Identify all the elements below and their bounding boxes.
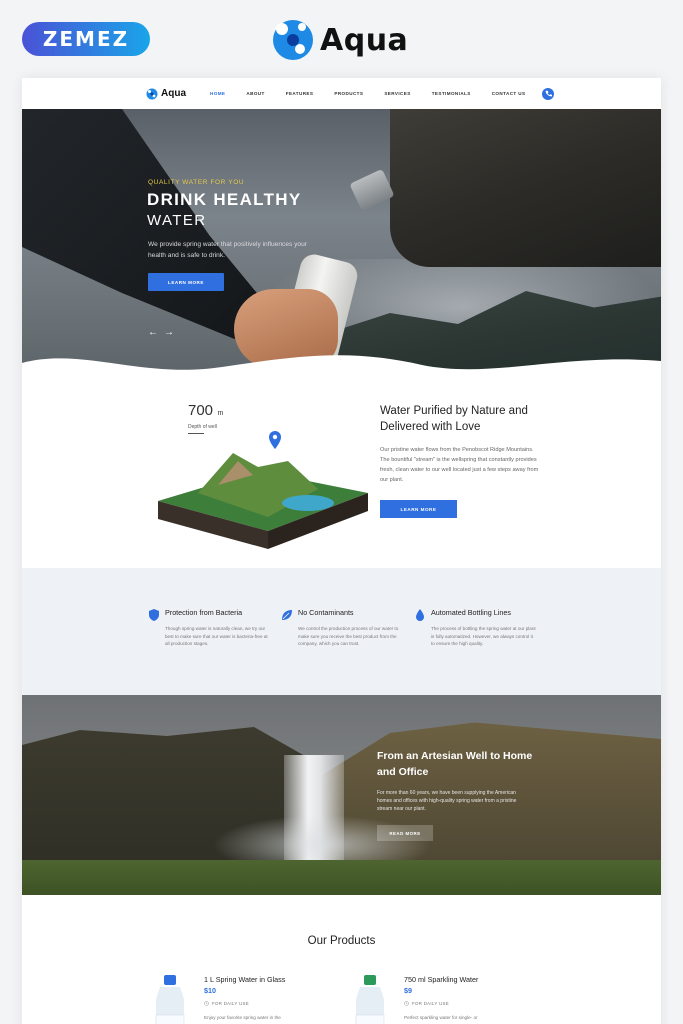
feature-body: The process of bottling the spring water… (431, 626, 536, 646)
product-desc: Enjoy your favorite spring water in the (204, 1015, 281, 1020)
about-learn-more-button[interactable]: LEARN MORE (380, 500, 457, 518)
depth-unit: m (217, 410, 224, 417)
nav-item-testimonials[interactable]: TESTIMONIALS (432, 91, 471, 96)
bottle-image (355, 975, 385, 1024)
next-arrow-icon[interactable]: → (164, 327, 174, 338)
hero-description: We provide spring water that positively … (148, 241, 307, 259)
leaf-icon (282, 610, 292, 620)
nav-logo-text: Aqua (161, 88, 186, 99)
hero-title-line2: WATER (147, 212, 207, 229)
nav-item-features[interactable]: FEATURES (286, 91, 314, 96)
hero-kicker: QUALITY WATER FOR YOU (148, 179, 245, 186)
drop-icon (416, 609, 424, 621)
artesian-heading: From an Artesian Well to Home and Office (377, 750, 533, 778)
hero-title-line1: DRINK HEALTHY (147, 190, 302, 209)
feature-body: Though spring water is naturally clean, … (165, 626, 268, 646)
product-name[interactable]: 1 L Spring Water in Glass (204, 975, 285, 984)
nav-logo[interactable]: Aqua (146, 88, 186, 100)
feature-title: Automated Bottling Lines (431, 608, 511, 617)
shield-icon (149, 609, 159, 621)
bottle-image (155, 975, 185, 1024)
nav-item-contact[interactable]: CONTACT US (492, 91, 526, 96)
hero-spout (349, 168, 395, 212)
product-tag-label: FOR DAILY USE (412, 1001, 449, 1006)
product-price: $10 (204, 986, 216, 995)
depth-caption: Depth of well (188, 424, 217, 430)
hero-rock (390, 109, 661, 267)
nav-item-services[interactable]: SERVICES (384, 91, 410, 96)
read-more-button[interactable]: READ MORE (377, 825, 433, 841)
product-tag-label: FOR DAILY USE (212, 1001, 249, 1006)
terrain-illustration (158, 431, 368, 549)
feature-title: No Contaminants (298, 608, 354, 617)
about-body: Our pristine water flows from the Penobs… (380, 447, 539, 483)
aqua-logo-icon (270, 17, 316, 63)
product-tag: FOR DAILY USE (404, 1001, 449, 1006)
showcase-brand-name: Aqua (320, 22, 409, 58)
slider-arrows: ← → (148, 327, 174, 338)
phone-icon[interactable] (542, 87, 555, 100)
feature-title: Protection from Bacteria (165, 608, 243, 617)
product-tag: FOR DAILY USE (204, 1001, 249, 1006)
zemez-badge[interactable]: ZEMEZ (22, 22, 150, 56)
location-pin-icon (269, 431, 281, 449)
clock-icon (404, 1001, 409, 1006)
artesian-section: From an Artesian Well to Home and Office… (22, 695, 661, 895)
site-preview: Aqua HOME ABOUT FEATURES PRODUCTS SERVIC… (22, 78, 661, 1024)
showcase-brand: Aqua (270, 16, 408, 64)
nav-item-about[interactable]: ABOUT (246, 91, 264, 96)
products-title: Our Products (307, 935, 376, 947)
grass-field (22, 860, 661, 895)
clock-icon (204, 1001, 209, 1006)
nav-menu: HOME ABOUT FEATURES PRODUCTS SERVICES TE… (210, 91, 546, 96)
prev-arrow-icon[interactable]: ← (148, 327, 158, 338)
about-heading: Water Purified by Nature and Delivered w… (380, 405, 528, 433)
product-price: $9 (404, 986, 412, 995)
about-section: 700 m Depth of well Water Purified by Na… (22, 379, 661, 568)
hero-banner: QUALITY WATER FOR YOU DRINK HEALTHY WATE… (22, 109, 661, 379)
depth-value: 700 (188, 402, 214, 419)
depth-stat: 700 m Depth of well (188, 402, 223, 434)
hero-learn-more-button[interactable]: LEARN MORE (148, 273, 224, 291)
features-section: Protection from Bacteria Though spring w… (22, 568, 661, 695)
nav-item-home[interactable]: HOME (210, 91, 225, 96)
product-desc: Perfect sparkling water for single- or (404, 1015, 478, 1020)
hero-wave-divider (22, 355, 661, 379)
top-nav: Aqua HOME ABOUT FEATURES PRODUCTS SERVIC… (22, 78, 661, 109)
nav-item-products[interactable]: PRODUCTS (334, 91, 363, 96)
products-section: Our Products 1 L Spring Water in Glass $… (22, 895, 661, 1024)
nav-logo-icon (146, 88, 158, 99)
artesian-body: For more than 60 years, we have been sup… (377, 790, 517, 812)
product-name[interactable]: 750 ml Sparkling Water (404, 975, 478, 984)
feature-body: We control the production process of our… (298, 626, 399, 646)
